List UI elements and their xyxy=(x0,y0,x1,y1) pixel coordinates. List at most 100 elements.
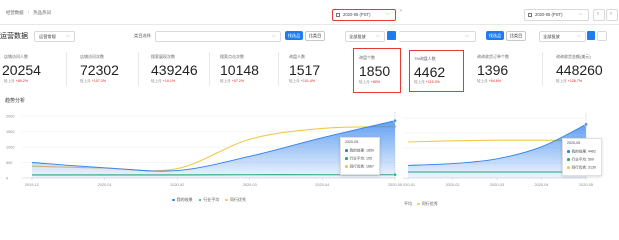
metric-label: 询询收货金额(美元) xyxy=(556,54,591,59)
x-tick-label: 2020-05 xyxy=(388,183,402,187)
legend-item[interactable]: 同行优秀 xyxy=(225,197,246,202)
legend-item[interactable]: 行业平均 xyxy=(198,197,219,202)
metric-label: 搜索展现次数 xyxy=(151,54,175,59)
calendar-icon xyxy=(336,12,340,17)
tooltip-value: 4462 xyxy=(587,149,596,154)
tooltip-date: 2020-05 xyxy=(567,141,581,145)
tooltip-label: 行业平均 xyxy=(571,157,586,162)
date-picker-value: 2020-05 (PST) xyxy=(535,12,563,17)
breadcrumb: 经营数据 / 热品热词 xyxy=(6,10,51,15)
metric-compare-label: 较上月 xyxy=(556,79,567,83)
divider xyxy=(209,52,210,86)
legend-item[interactable]: 我的效果 xyxy=(172,197,193,202)
x-tick-label: 2019-12 xyxy=(25,183,39,187)
metric-card[interactable]: 店铺访问次数 72302 较上月 +107.3% xyxy=(69,46,133,92)
tooltip-label: 我的效果 xyxy=(571,149,586,154)
find-product-button-right[interactable]: 找选品 xyxy=(486,31,504,40)
legend-label: 同行优秀 xyxy=(421,201,438,206)
metric-value: 20254 xyxy=(2,62,41,78)
channel-select-value: 全部投放 xyxy=(543,33,560,39)
metric-value: 72302 xyxy=(80,62,119,78)
date-picker-value: 2020-05 (PST) xyxy=(343,12,371,17)
chart-legend-right: 平均 同行优秀 xyxy=(404,202,438,206)
chevron-left-icon[interactable]: ‹ xyxy=(400,8,402,14)
tooltip-value: 3130 xyxy=(587,165,596,170)
calendar-icon xyxy=(528,12,532,17)
grid-view-icon[interactable] xyxy=(587,31,595,40)
x-tick-label: 2020-01 xyxy=(98,183,112,187)
find-product-button[interactable]: 找选品 xyxy=(285,31,303,40)
y-tick-label: 0 xyxy=(6,176,8,180)
legend-dot xyxy=(345,165,348,168)
legend-label: 我的效果 xyxy=(176,197,193,202)
tooltip-date: 2020-05 xyxy=(345,140,359,144)
metric-compare-label: 较上月 xyxy=(151,79,162,83)
metric-card[interactable]: 搜索点击次数 10148 较上月 +97.2% xyxy=(212,46,276,92)
metric-card-selected[interactable]: TM询盘人数 4462 较上月 +115.3% xyxy=(409,50,464,92)
chevron-left-icon: ‹ xyxy=(597,11,599,17)
tooltip-label: 同行优秀 xyxy=(349,164,364,169)
metric-card[interactable]: 店铺访问人数 20254 较上月 +89.2% xyxy=(0,46,64,92)
metric-card[interactable]: 询盘人数 1517 较上月 +101.4% xyxy=(281,46,347,92)
category-label: 类目选择 xyxy=(134,33,151,38)
tooltip-label: 同行优秀 xyxy=(571,165,586,170)
compare-category-button[interactable]: 比类目 xyxy=(305,31,325,41)
trend-title: 趋势分析 xyxy=(5,98,26,104)
month-date-picker[interactable]: 2020-05 (PST) ⌵ xyxy=(332,9,396,21)
metric-change: +107.3% xyxy=(91,79,107,83)
grid-view-icon[interactable] xyxy=(387,31,396,40)
compare-category-button-right[interactable]: 比类目 xyxy=(506,31,526,41)
x-tick-label: 2020-03 xyxy=(243,183,257,187)
channel-select[interactable]: 全部投放 ⌵ xyxy=(345,31,385,42)
metric-label: TM询盘人数 xyxy=(414,56,436,61)
legend-dot xyxy=(345,149,348,152)
metric-label: 店铺访问人数 xyxy=(4,54,28,59)
metric-card-selected[interactable]: 询盘个数 1850 较上月 +80% xyxy=(353,48,401,93)
y-tick-label: 1500 xyxy=(6,130,14,134)
category-select[interactable]: ⌵ xyxy=(155,31,281,42)
metric-label: 店铺访问次数 xyxy=(80,54,104,59)
category-select-right[interactable]: ⌵ xyxy=(399,31,476,42)
metric-compare-label: 较上月 xyxy=(220,79,231,83)
channel-select-right[interactable]: 全部投放 ⌵ xyxy=(539,31,586,42)
legend-dot xyxy=(567,150,570,153)
scope-select-value: 运营常规 xyxy=(39,33,56,39)
metric-compare-label: 较上月 xyxy=(80,79,91,83)
tooltip-value: 1667 xyxy=(365,164,374,169)
x-tick-label: 2020-04 xyxy=(315,183,329,187)
next-month-button[interactable]: ‹ xyxy=(606,9,618,21)
tooltip-value: 500 xyxy=(587,157,594,162)
legend-dot xyxy=(567,158,570,161)
tooltip-value: 1850 xyxy=(365,148,374,153)
metric-value: 448260 xyxy=(556,62,603,78)
legend-item[interactable]: 同行优秀 xyxy=(417,201,438,206)
breadcrumb-root[interactable]: 经营数据 xyxy=(6,10,24,15)
x-tick-label: 2020-03 xyxy=(490,183,504,187)
divider xyxy=(542,52,543,86)
x-tick-label: 2020-05 xyxy=(579,183,593,187)
legend-dot xyxy=(198,198,202,202)
legend-dot xyxy=(172,198,175,202)
right-date-picker[interactable]: 2020-05 (PST) ⌵ xyxy=(524,9,589,21)
divider xyxy=(138,52,139,86)
chart-legend: 我的效果 行业平均 同行优秀 xyxy=(172,198,246,202)
list-view-icon[interactable] xyxy=(597,31,607,41)
metric-label: 询盘个数 xyxy=(359,55,375,60)
metric-change: +126.7% xyxy=(567,79,583,83)
metric-change: +101.4% xyxy=(300,79,316,83)
legend-label: 同行优秀 xyxy=(230,197,247,202)
chevron-down-icon: ⌵ xyxy=(376,32,380,38)
prev-month-button[interactable]: ‹ xyxy=(593,9,605,21)
scope-select[interactable]: 运营常规 ⌵ xyxy=(34,31,75,42)
metric-card[interactable]: 搜索展现次数 439246 较上月 +19.1% xyxy=(141,46,207,92)
legend-dot xyxy=(567,166,570,169)
chevron-down-icon: ⌵ xyxy=(66,32,70,38)
metric-card[interactable]: 询询收货订单个数 1396 较上月 +64.6% xyxy=(470,46,540,92)
metric-card[interactable]: 询询收货金额(美元) 448260 较上月 +126.7% xyxy=(545,46,619,92)
tooltip-label: 我的效果 xyxy=(349,148,364,153)
y-tick-label: 500 xyxy=(6,161,12,165)
metric-compare-label: 较上月 xyxy=(4,79,15,83)
chevron-down-icon: ⌵ xyxy=(465,32,469,38)
chevron-down-icon: ⌵ xyxy=(386,11,390,16)
legend-item[interactable]: 平均 xyxy=(404,201,412,206)
